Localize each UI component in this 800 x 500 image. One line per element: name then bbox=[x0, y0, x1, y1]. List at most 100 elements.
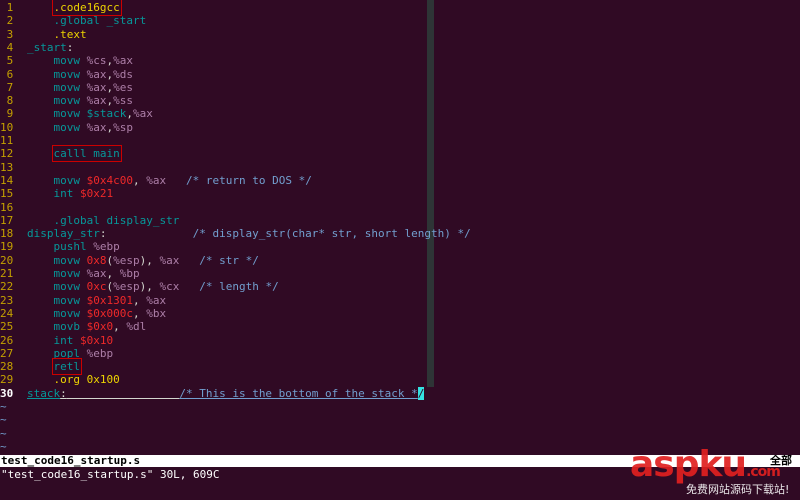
line-code: movw %ax,%sp bbox=[27, 120, 134, 134]
line-code: movw $0x4c00, %ax /* return to DOS */ bbox=[27, 174, 312, 187]
code-token: 0x8 bbox=[86, 253, 107, 267]
line-number: 24 bbox=[0, 306, 14, 320]
code-line[interactable]: 1 .code16gcc bbox=[0, 0, 122, 16]
line-code: .global display_str bbox=[27, 213, 180, 227]
code-token: /* display_str(char* str, short length) … bbox=[192, 227, 471, 241]
line-number: 30 bbox=[0, 386, 14, 400]
line-number: 9 bbox=[0, 107, 14, 121]
code-line[interactable]: 17 .global display_str bbox=[0, 214, 179, 227]
line-code: retl bbox=[27, 358, 82, 376]
code-token: movw bbox=[53, 306, 87, 320]
code-line[interactable]: 9 movw $stack,%ax bbox=[0, 107, 153, 120]
code-line[interactable]: 28 retl bbox=[0, 358, 82, 376]
code-token: %ax bbox=[86, 120, 107, 134]
code-line[interactable]: 5 movw %cs,%ax bbox=[0, 54, 133, 67]
code-line[interactable]: 18 display_str: /* display_str(char* str,… bbox=[0, 227, 471, 240]
code-line[interactable]: 23 movw $0x1301, %ax bbox=[0, 294, 166, 307]
code-line[interactable]: 12 calll main bbox=[0, 145, 122, 163]
status-position: 全部 bbox=[770, 455, 792, 467]
line-code: movw $0x000c, %bx bbox=[27, 306, 167, 320]
code-line[interactable]: 4 _start: bbox=[0, 41, 74, 54]
code-line[interactable]: 30 stack: /* This is the bottom of the st… bbox=[0, 386, 425, 400]
line-number: 19 bbox=[0, 240, 14, 254]
code-token: %sp bbox=[113, 120, 133, 134]
line-number: 27 bbox=[0, 346, 14, 360]
code-line[interactable]: 25 movb $0x0, %dl bbox=[0, 320, 146, 333]
code-token: $0x21 bbox=[80, 187, 114, 201]
tilde-marker: ~ bbox=[0, 413, 7, 427]
code-line[interactable]: 14 movw $0x4c00, %ax /* return to DOS */ bbox=[0, 174, 312, 187]
line-number: 18 bbox=[0, 227, 14, 241]
code-token: .org 0x100 bbox=[53, 373, 120, 387]
code-token: movw bbox=[53, 120, 87, 134]
code-line[interactable]: 7 movw %ax,%es bbox=[0, 81, 133, 94]
code-line[interactable]: 13 bbox=[0, 161, 27, 174]
line-number: 1 bbox=[0, 1, 14, 14]
line-code: .org 0x100 bbox=[27, 373, 120, 386]
code-token: %bx bbox=[146, 306, 167, 320]
code-token: %ax bbox=[86, 80, 107, 94]
code-token: $0x1301 bbox=[86, 293, 133, 307]
line-number: 29 bbox=[0, 373, 14, 387]
code-token: .global display_str bbox=[53, 213, 180, 227]
code-line[interactable]: 21 movw %ax, %bp bbox=[0, 267, 140, 280]
line-number: 11 bbox=[0, 134, 14, 147]
code-token: , bbox=[106, 267, 120, 280]
code-line[interactable]: 27 popl %ebp bbox=[0, 347, 113, 360]
color-column bbox=[427, 0, 434, 387]
line-number: 13 bbox=[0, 160, 14, 174]
code-token: : bbox=[66, 40, 74, 54]
code-token: movw bbox=[53, 67, 87, 81]
code-token: %ax bbox=[146, 293, 167, 307]
highlight-box: retl bbox=[51, 358, 82, 376]
status-filename: test_code16_startup.s bbox=[1, 455, 141, 467]
line-number: 7 bbox=[0, 80, 14, 94]
code-line[interactable]: 15 int $0x21 bbox=[0, 187, 113, 200]
code-token: , bbox=[132, 173, 147, 187]
code-line[interactable]: 19 pushl %ebp bbox=[0, 240, 120, 253]
status-bar: test_code16_startup.s 全部 bbox=[0, 455, 800, 467]
highlight-box: .code16gcc bbox=[51, 0, 122, 16]
code-line[interactable]: 29 .org 0x100 bbox=[0, 373, 120, 386]
code-line[interactable]: 22 movw 0xc(%esp), %cx /* length */ bbox=[0, 280, 279, 293]
code-line[interactable]: 3 .text bbox=[0, 28, 87, 41]
line-code: _start: bbox=[27, 41, 73, 54]
code-token: , bbox=[113, 320, 127, 334]
tilde-marker: ~ bbox=[0, 400, 7, 413]
line-number: 15 bbox=[0, 187, 14, 201]
code-token: %dl bbox=[126, 320, 147, 334]
code-line[interactable]: 8 movw %ax,%ss bbox=[0, 94, 133, 107]
line-number: 26 bbox=[0, 333, 14, 347]
code-token: movw bbox=[53, 280, 87, 294]
code-token: $stack bbox=[86, 107, 127, 121]
code-token: movw bbox=[53, 54, 87, 68]
code-line[interactable]: 16 bbox=[0, 201, 27, 214]
code-token: $0x000c bbox=[86, 306, 133, 320]
code-line[interactable]: 26 int $0x10 bbox=[0, 334, 113, 347]
code-token: .global _start bbox=[53, 14, 147, 28]
line-code: int $0x21 bbox=[27, 187, 114, 201]
line-number: 3 bbox=[0, 27, 14, 41]
code-token: movw bbox=[53, 253, 87, 267]
code-line[interactable]: 2 .global _start bbox=[0, 14, 147, 28]
code-token: %ax bbox=[86, 67, 107, 81]
code-line[interactable]: 20 movw 0x8(%esp), %ax /* str */ bbox=[0, 254, 259, 267]
code-line[interactable]: 10 movw %ax,%sp bbox=[0, 121, 133, 134]
line-code: movw %cs,%ax bbox=[27, 54, 134, 68]
code-line[interactable]: 24 movw $0x000c, %bx bbox=[0, 307, 166, 320]
code-token: pushl bbox=[53, 240, 94, 254]
code-token: $0x10 bbox=[80, 333, 114, 347]
code-line[interactable]: 11 bbox=[0, 134, 27, 147]
vim-editor[interactable]: 1 .code16gcc 2 .global _start 3 .text 4 _… bbox=[0, 0, 800, 455]
code-line[interactable]: 6 movw %ax,%ds bbox=[0, 68, 133, 81]
